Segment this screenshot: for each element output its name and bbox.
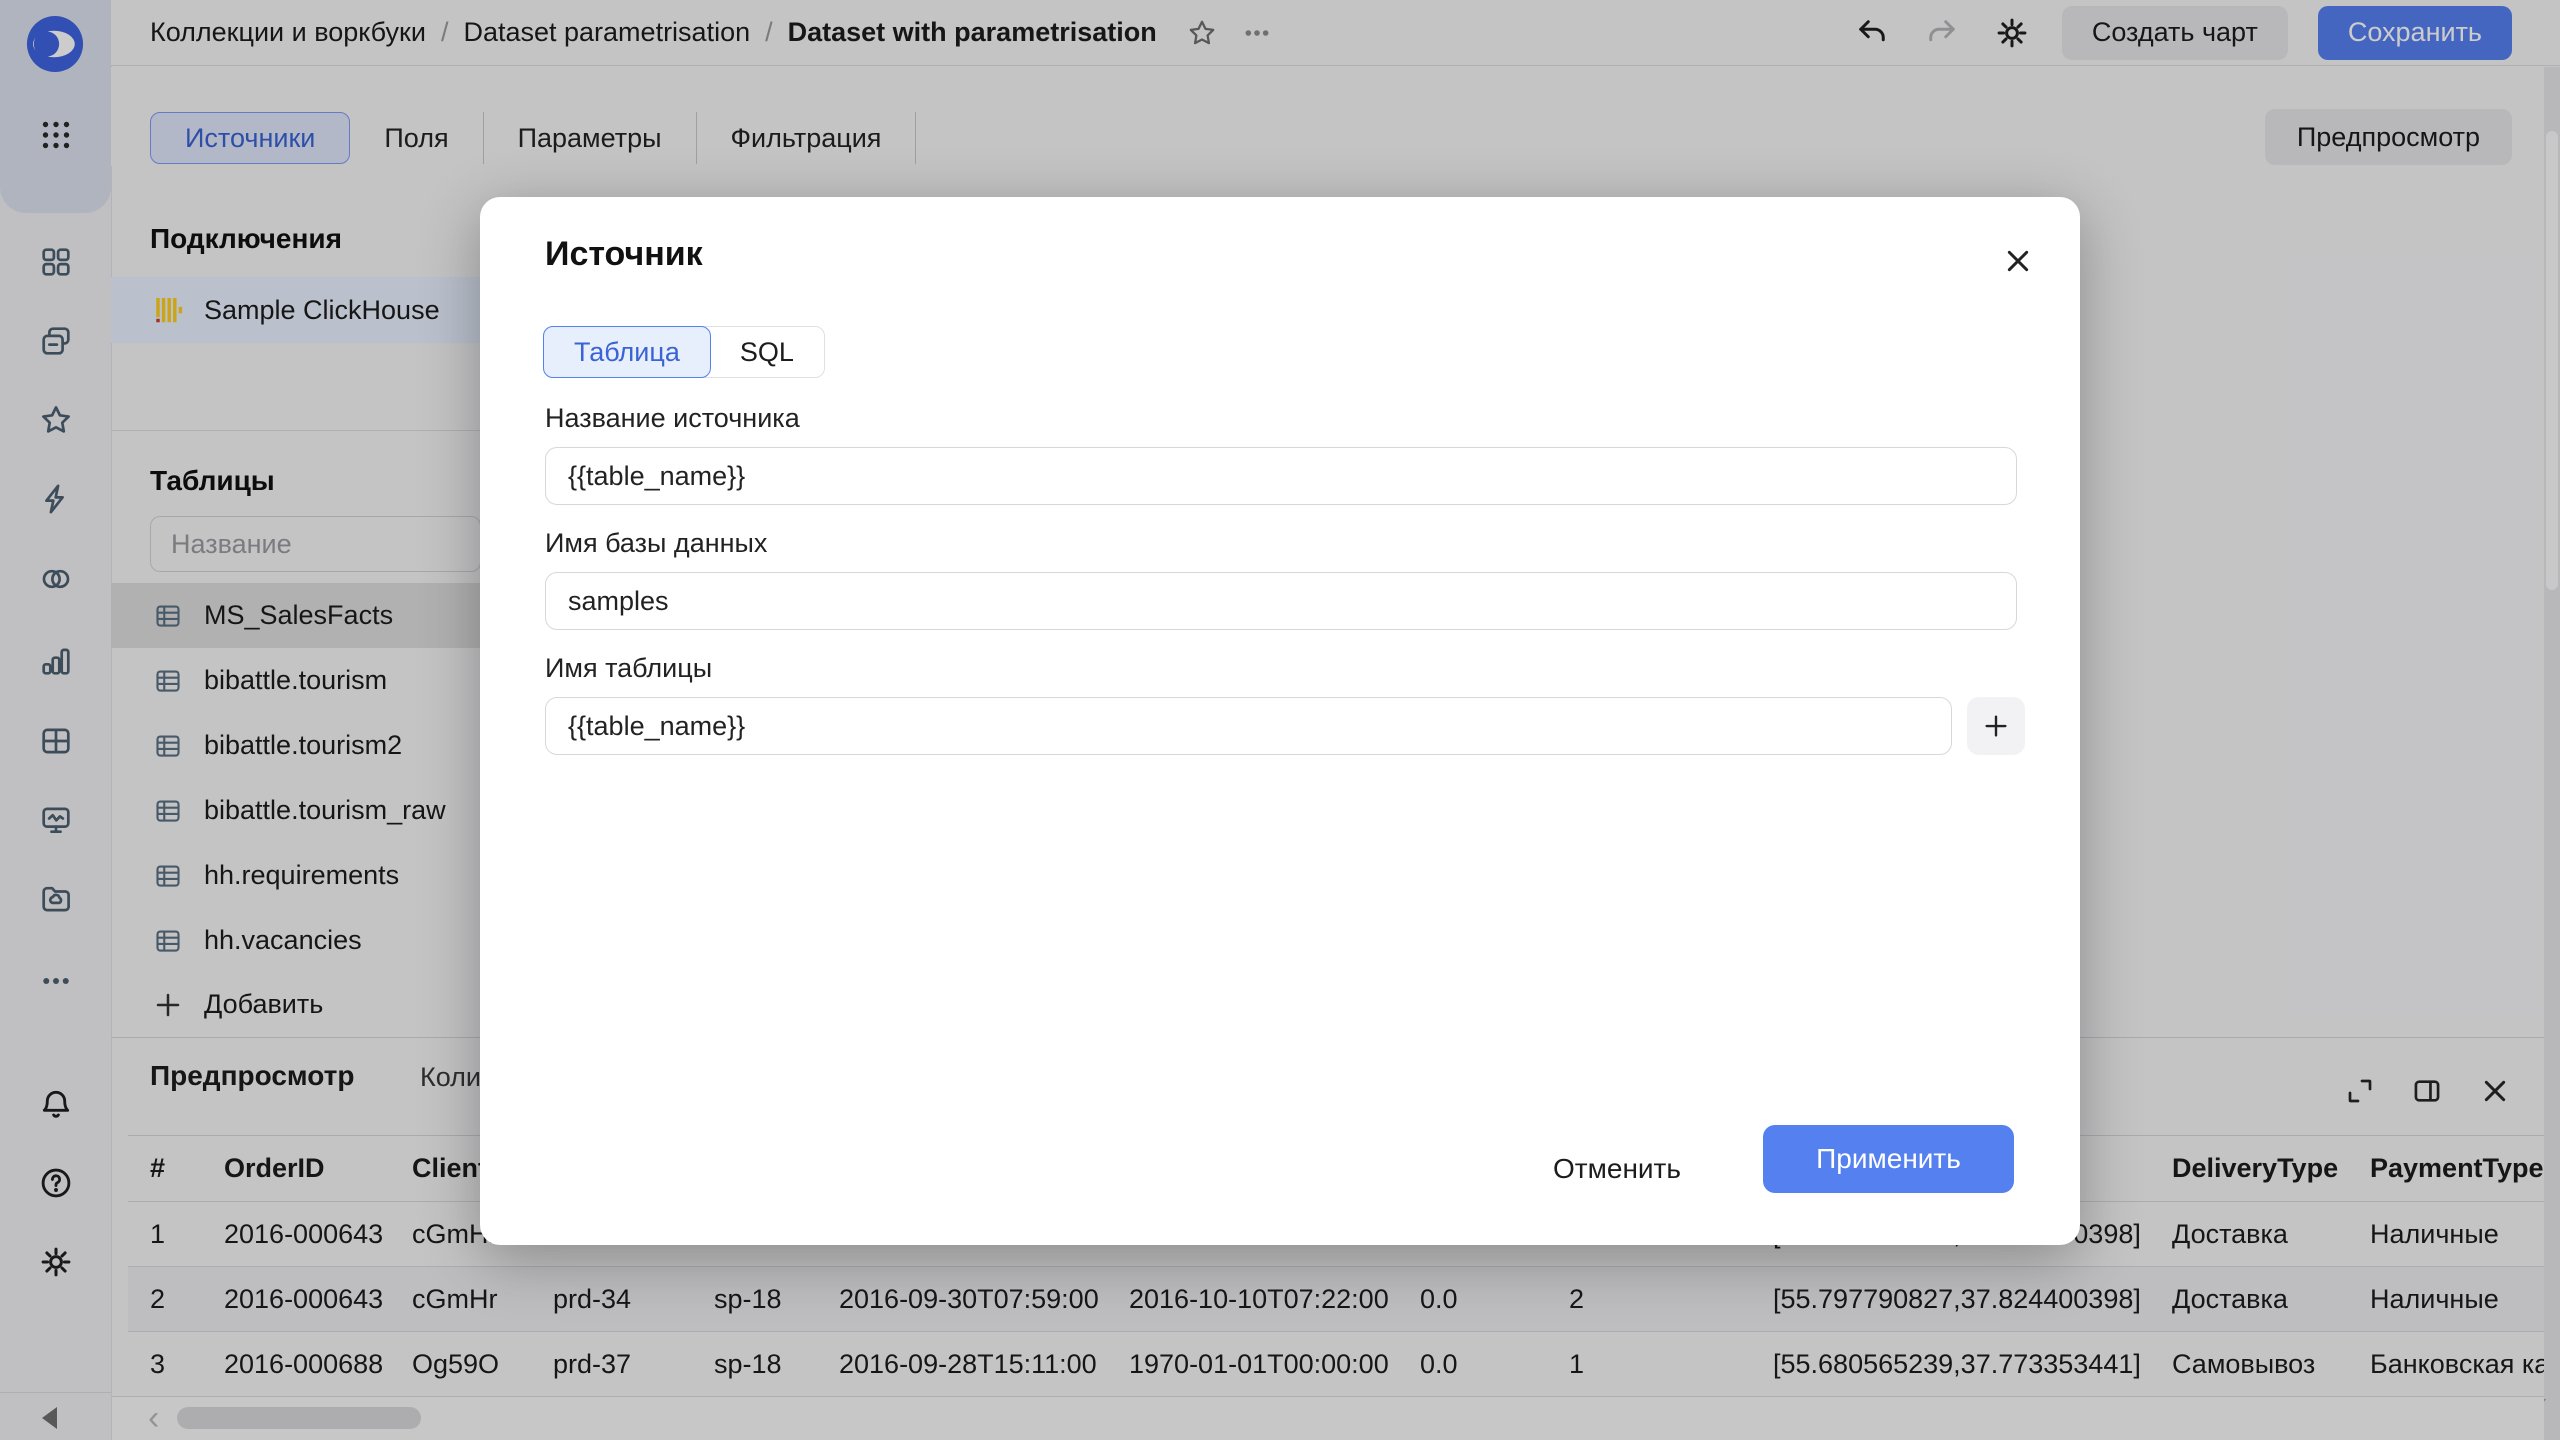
- tab-table[interactable]: Таблица: [543, 326, 711, 378]
- modal-close-icon[interactable]: [1998, 241, 2038, 281]
- tab-sql[interactable]: SQL: [710, 327, 824, 377]
- database-name-input[interactable]: [545, 572, 2017, 630]
- source-modal: Источник Таблица SQL Название источника …: [480, 197, 2080, 1245]
- modal-title: Источник: [545, 235, 703, 274]
- app-window: Коллекции и воркбуки / Dataset parametri…: [0, 0, 2560, 1440]
- source-name-input[interactable]: [545, 447, 2017, 505]
- source-type-tabs: Таблица SQL: [543, 326, 825, 378]
- cancel-button[interactable]: Отменить: [1542, 1141, 1692, 1197]
- table-name-label: Имя таблицы: [545, 653, 712, 684]
- source-name-label: Название источника: [545, 403, 800, 434]
- apply-button[interactable]: Применить: [1763, 1125, 2014, 1193]
- add-table-name-button[interactable]: [1967, 697, 2025, 755]
- table-name-input[interactable]: [545, 697, 1952, 755]
- database-name-label: Имя базы данных: [545, 528, 767, 559]
